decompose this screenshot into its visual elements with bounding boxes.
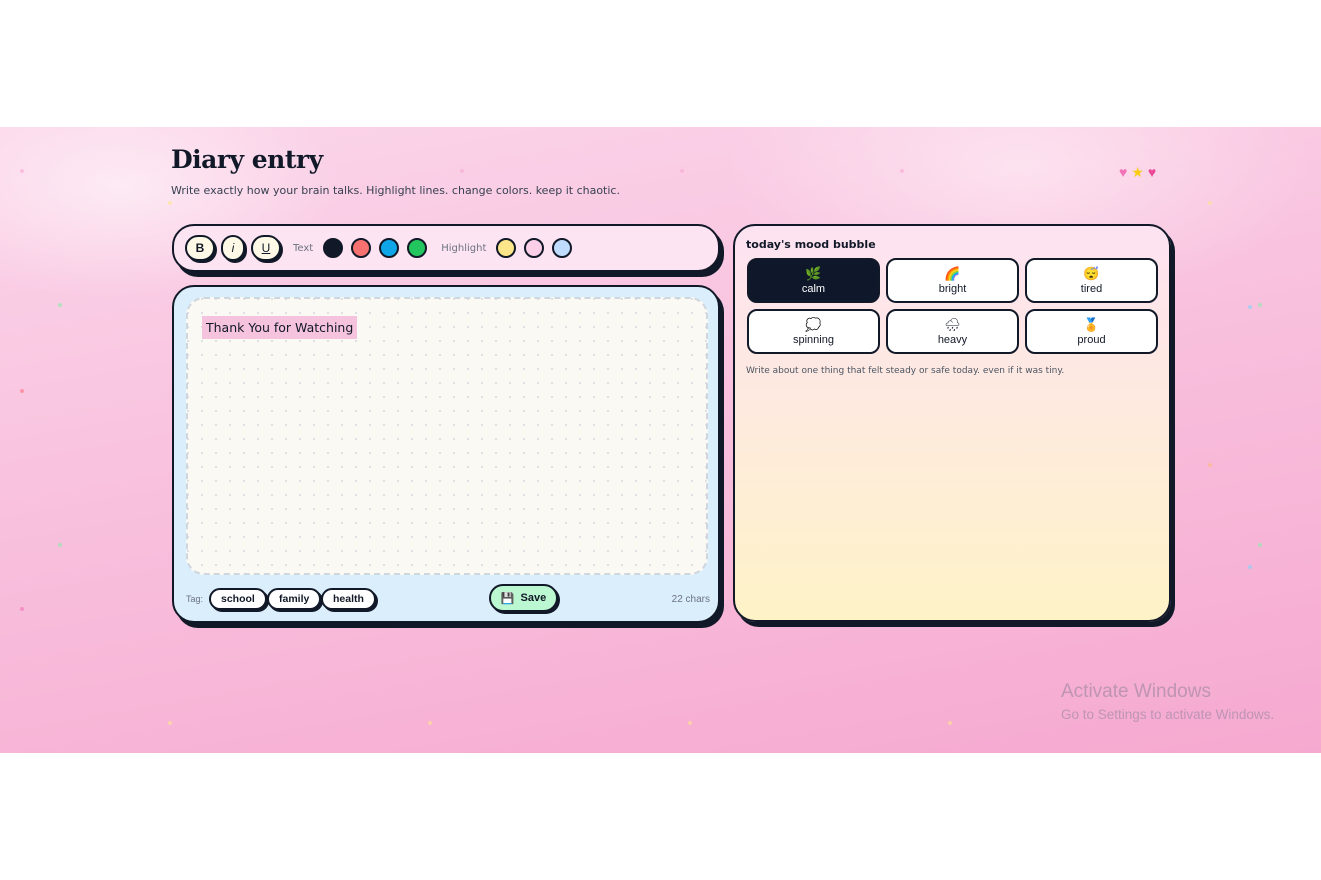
- sleeping-face-icon: 😴: [1083, 265, 1100, 281]
- decor-dot: [1248, 565, 1252, 569]
- highlight-swatch-pink[interactable]: [524, 238, 545, 258]
- highlighted-entry-text: Thank You for Watching: [202, 316, 358, 339]
- bold-button[interactable]: B: [185, 235, 215, 261]
- tag-health[interactable]: health: [321, 588, 376, 610]
- page-subtitle: Write exactly how your brain talks. High…: [171, 184, 620, 197]
- tag-label: Tag:: [186, 594, 204, 604]
- decor-dot: [1258, 543, 1262, 547]
- decor-dot: [460, 169, 464, 173]
- text-color-label: Text: [293, 242, 314, 254]
- mood-label: heavy: [937, 333, 968, 346]
- mood-panel-title: today's mood bubble: [746, 238, 876, 251]
- format-toolbar: B i U Text Highlight: [172, 224, 720, 272]
- decor-dot: [168, 201, 172, 205]
- thought-bubble-icon: 💭: [805, 316, 822, 332]
- decor-dot: [428, 721, 432, 725]
- mood-option-calm[interactable]: 🌿 calm: [747, 258, 880, 303]
- editor-card: Thank You for Watching Tag: school famil…: [172, 285, 720, 623]
- decor-dot: [688, 721, 692, 725]
- char-count: 22 chars: [671, 594, 710, 605]
- text-color-swatch-red[interactable]: [351, 238, 372, 258]
- decor-dot: [680, 169, 684, 173]
- floppy-disk-icon: 💾: [500, 592, 515, 605]
- star-icon: ★: [1131, 164, 1144, 180]
- watermark-line-2: Go to Settings to activate Windows.: [1061, 707, 1275, 722]
- mood-option-bright[interactable]: 🌈 bright: [886, 258, 1019, 303]
- decor-dot: [1208, 201, 1212, 205]
- tag-school[interactable]: school: [209, 588, 267, 610]
- decor-dot: [1258, 303, 1262, 307]
- mood-option-proud[interactable]: 🏅 proud: [1025, 309, 1158, 354]
- mood-label: calm: [801, 282, 826, 295]
- heart-icon: ♥: [1119, 164, 1128, 180]
- mood-option-spinning[interactable]: 💭 spinning: [747, 309, 880, 354]
- mood-option-heavy[interactable]: 🌧 heavy: [886, 309, 1019, 354]
- diary-text-area[interactable]: Thank You for Watching: [186, 297, 708, 575]
- decor-dot: [948, 721, 952, 725]
- mood-label: bright: [938, 282, 967, 295]
- leaf-icon: 🌿: [805, 265, 822, 281]
- editor-footer: Tag: school family health 💾 Save 22 char…: [186, 584, 710, 614]
- page-title: Diary entry: [171, 145, 323, 174]
- mood-label: tired: [1080, 282, 1103, 295]
- rainbow-icon: 🌈: [944, 265, 961, 281]
- decor-dot: [20, 607, 24, 611]
- windows-activation-watermark: Activate Windows Go to Settings to activ…: [1061, 681, 1274, 722]
- highlight-label: Highlight: [441, 242, 487, 254]
- mood-prompt: Write about one thing that felt steady o…: [746, 366, 1065, 376]
- decor-dot: [58, 543, 62, 547]
- decor-dot: [1248, 305, 1252, 309]
- save-button[interactable]: 💾 Save: [489, 584, 558, 612]
- header-decorations: ♥ ★ ♥: [1119, 164, 1156, 181]
- highlight-swatch-blue[interactable]: [552, 238, 573, 258]
- rain-cloud-icon: 🌧: [944, 316, 961, 332]
- text-color-swatch-green[interactable]: [407, 238, 428, 258]
- decor-dot: [58, 303, 62, 307]
- save-label: Save: [520, 592, 547, 604]
- heart-icon: ♥: [1147, 164, 1157, 180]
- decor-dot: [900, 169, 904, 173]
- text-color-swatch-dark[interactable]: [323, 238, 344, 258]
- mood-panel: today's mood bubble 🌿 calm 🌈 bright 😴 ti…: [733, 224, 1171, 622]
- decor-dot: [20, 169, 24, 173]
- watermark-line-1: Activate Windows: [1061, 681, 1211, 702]
- underline-button[interactable]: U: [251, 235, 281, 261]
- decor-dot: [168, 721, 172, 725]
- mood-label: proud: [1077, 333, 1106, 346]
- italic-button[interactable]: i: [221, 235, 245, 261]
- mood-option-tired[interactable]: 😴 tired: [1025, 258, 1158, 303]
- app-background: Diary entry Write exactly how your brain…: [0, 127, 1321, 753]
- tag-family[interactable]: family: [267, 588, 322, 610]
- mood-label: spinning: [793, 333, 834, 346]
- highlight-swatch-yellow[interactable]: [496, 238, 517, 258]
- decor-dot: [1208, 463, 1212, 467]
- medal-icon: 🏅: [1083, 316, 1100, 332]
- mood-options: 🌿 calm 🌈 bright 😴 tired 💭 spinning 🌧 hea…: [747, 258, 1159, 354]
- decor-dot: [20, 389, 24, 393]
- text-color-swatch-blue[interactable]: [379, 238, 400, 258]
